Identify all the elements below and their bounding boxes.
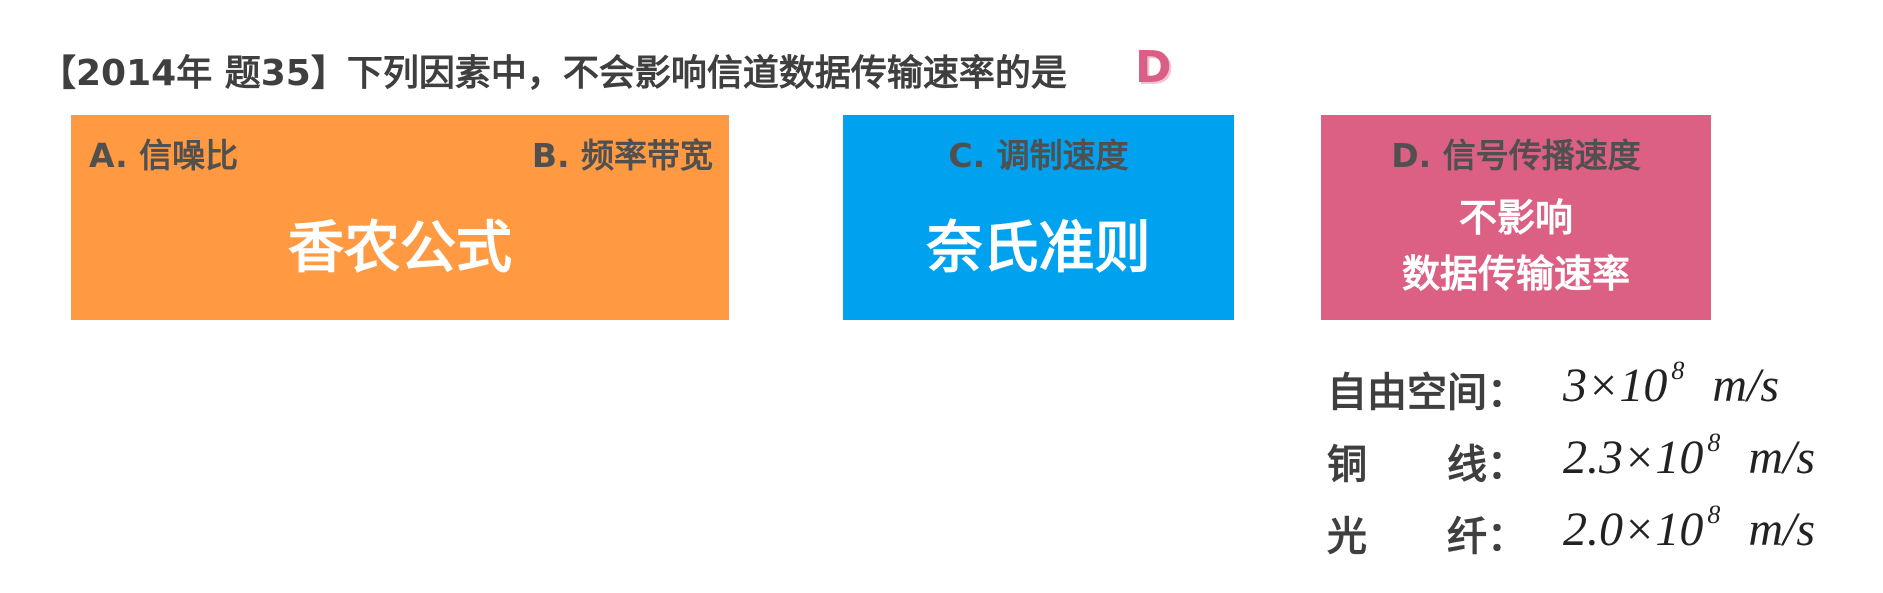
speed-unit: m/s [1712, 359, 1780, 412]
option-c-label: C. 调制速度 [948, 136, 1129, 175]
speed-exponent: 8 [1707, 428, 1721, 457]
speed-unit: m/s [1748, 503, 1816, 556]
speed-value: 3×10 8 m/s [1563, 356, 1779, 413]
speed-unit: m/s [1748, 431, 1816, 484]
speed-mantissa: 2.3×10 [1563, 431, 1704, 484]
no-effect-label: 不影响 [1458, 196, 1573, 240]
data-rate-label: 数据传输速率 [1401, 252, 1630, 296]
nyquist-criterion-label: 奈氏准则 [926, 216, 1151, 281]
speed-medium-label: 铜 线： [1327, 442, 1527, 488]
speed-mantissa: 2.0×10 [1563, 503, 1704, 556]
speed-value: 2.3×10 8 m/s [1563, 428, 1815, 485]
speed-exponent: 8 [1707, 500, 1721, 529]
option-a-label: A. 信噪比 [89, 136, 239, 175]
option-d-label: D. 信号传播速度 [1391, 136, 1641, 175]
propagation-card: D. 信号传播速度 不影响 数据传输速率 [1321, 115, 1711, 320]
answer-letter: D [1135, 42, 1172, 93]
option-b-label: B. 频率带宽 [531, 136, 713, 175]
nyquist-card: C. 调制速度 奈氏准则 [843, 115, 1234, 320]
speed-mantissa: 3×10 [1563, 359, 1668, 412]
shannon-card: A. 信噪比 B. 频率带宽 香农公式 [71, 115, 729, 320]
shannon-formula-label: 香农公式 [288, 216, 512, 281]
speed-value: 2.0×10 8 m/s [1563, 500, 1815, 557]
speed-exponent: 8 [1671, 356, 1685, 385]
question-text: 【2014年 题35】下列因素中，不会影响信道数据传输速率的是 [40, 53, 1067, 94]
speed-medium-label: 光 纤： [1327, 514, 1527, 560]
speed-medium-label: 自由空间： [1327, 370, 1527, 416]
